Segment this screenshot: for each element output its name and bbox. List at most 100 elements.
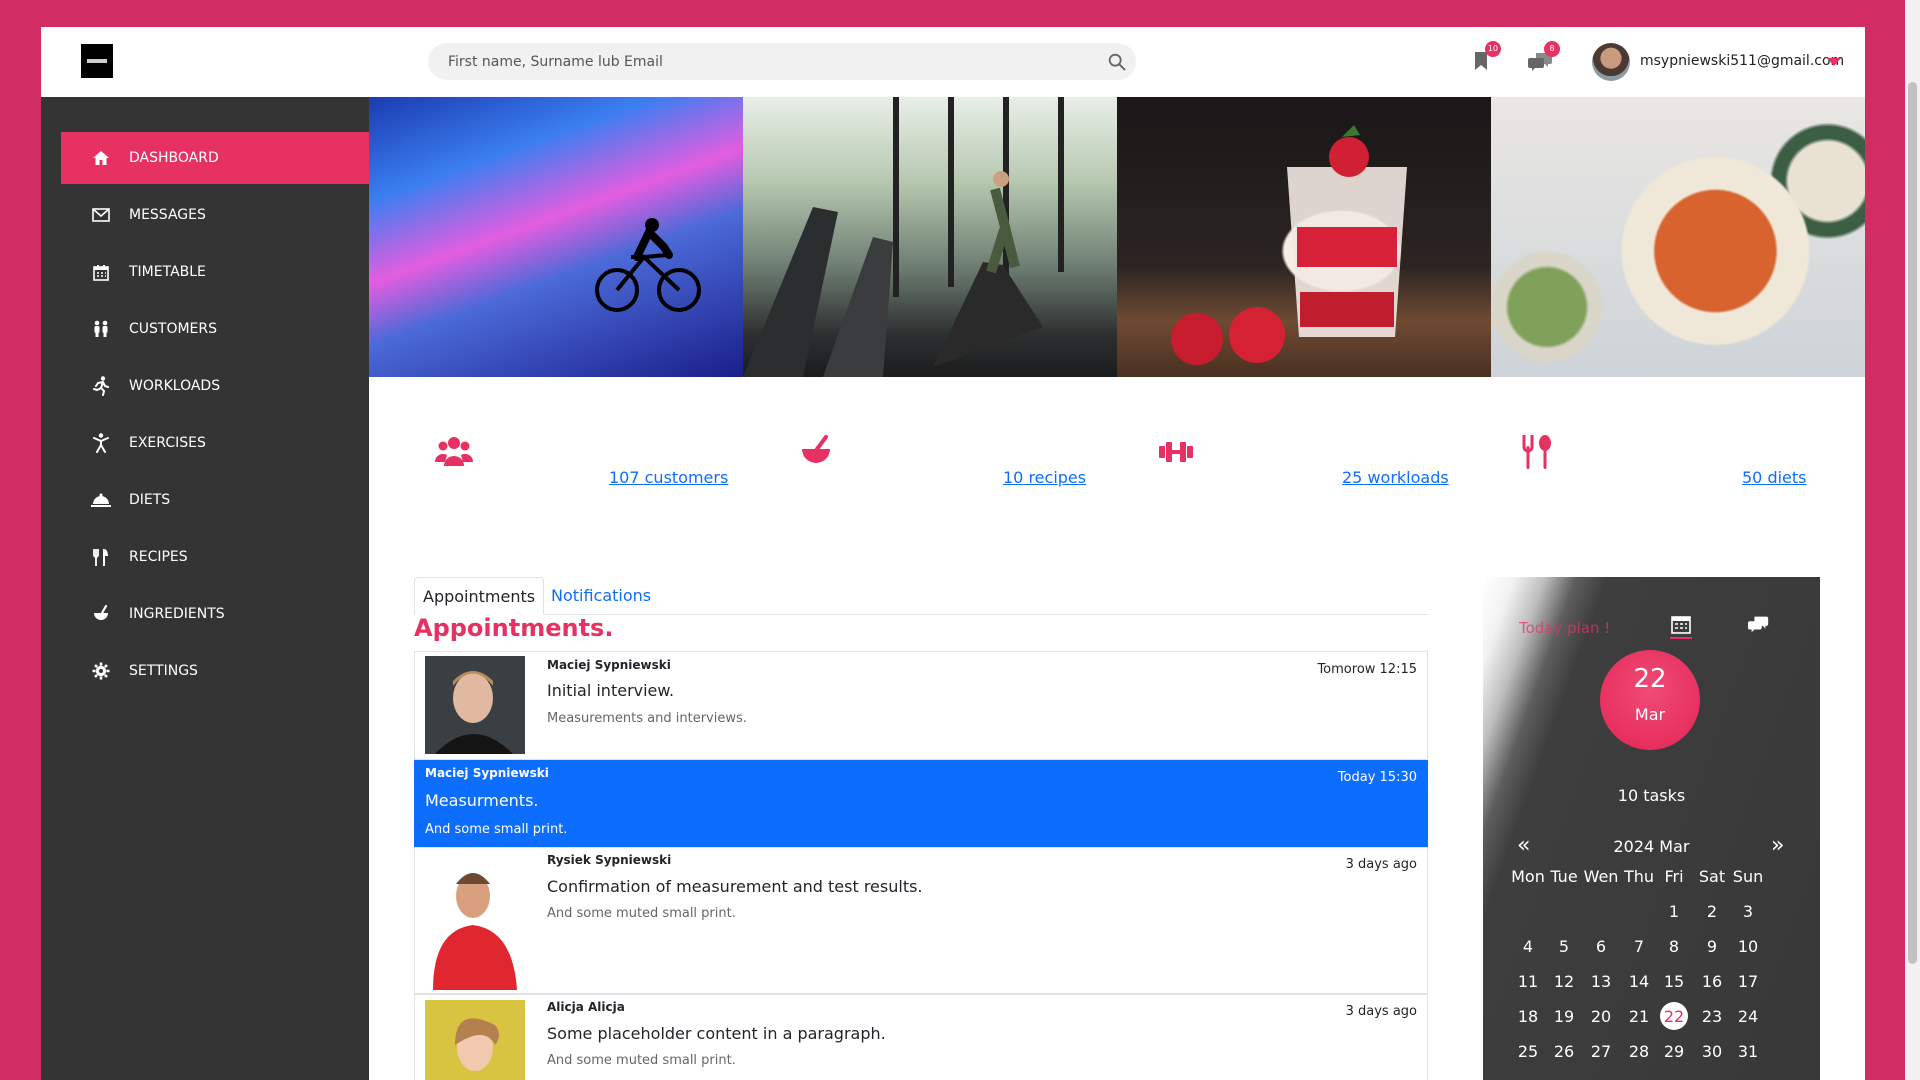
chevron-down-icon[interactable] [1827, 58, 1841, 66]
sidebar-item-messages[interactable]: MESSAGES [61, 189, 369, 241]
sidebar-item-recipes[interactable]: RECIPES [61, 531, 369, 583]
calendar-day[interactable]: 28 [1620, 1042, 1658, 1061]
calendar-day[interactable]: 24 [1729, 1007, 1767, 1026]
sidebar-item-label: CUSTOMERS [129, 321, 218, 337]
calendar-day[interactable]: 4 [1509, 937, 1547, 956]
today-month: Mar [1634, 705, 1666, 724]
running-icon [91, 376, 111, 396]
active-tab-indicator [1670, 637, 1692, 639]
search-bar [428, 43, 1136, 80]
appointment-note: And some small print. [425, 822, 568, 837]
customers-stat-link[interactable]: 107 customers [609, 468, 728, 487]
calendar-day[interactable]: 5 [1545, 937, 1583, 956]
utensils-stat-icon [1522, 435, 1551, 469]
calendar-day[interactable]: 8 [1655, 937, 1693, 956]
calendar-day[interactable]: 27 [1582, 1042, 1620, 1061]
calendar-day[interactable]: 16 [1693, 972, 1731, 991]
user-email[interactable]: msypniewski511@gmail.com [1640, 53, 1844, 69]
sidebar-item-timetable[interactable]: TIMETABLE [61, 246, 369, 298]
appointment-item[interactable]: Rysiek Sypniewski 3 days ago Confirmatio… [414, 847, 1428, 994]
calendar-day-selected[interactable]: 22 [1655, 1007, 1693, 1026]
app-logo[interactable] [81, 44, 113, 78]
weekday-label: Sun [1732, 867, 1764, 886]
appointment-note: Measurements and interviews. [547, 711, 747, 726]
appointment-item[interactable]: Maciej Sypniewski Today 15:30 Measurment… [414, 760, 1428, 847]
tasks-count: 10 tasks [1617, 786, 1686, 805]
treadmill-image [743, 97, 1117, 377]
tab-appointments[interactable]: Appointments [414, 577, 545, 615]
exercise-icon [91, 433, 111, 453]
tab-notifications[interactable]: Notifications [543, 577, 659, 615]
calendar-day[interactable]: 1 [1655, 902, 1693, 921]
sidebar-item-ingredients[interactable]: INGREDIENTS [61, 588, 369, 640]
calendar-day[interactable]: 13 [1582, 972, 1620, 991]
appointment-item[interactable]: Maciej Sypniewski Tomorow 12:15 Initial … [414, 651, 1428, 760]
calendar-day[interactable]: 7 [1620, 937, 1658, 956]
workloads-stat-link[interactable]: 25 workloads [1342, 468, 1449, 487]
calendar-day[interactable]: 9 [1693, 937, 1731, 956]
sidebar-item-workloads[interactable]: WORKLOADS [61, 360, 369, 412]
calendar-day[interactable]: 20 [1582, 1007, 1620, 1026]
appointment-time: Today 15:30 [1337, 770, 1417, 785]
sidebar-item-label: TIMETABLE [129, 264, 206, 280]
page-scrollbar[interactable] [1905, 0, 1920, 1080]
appointment-name: Maciej Sypniewski [547, 658, 671, 672]
sidebar-item-settings[interactable]: SETTINGS [61, 645, 369, 697]
sidebar-item-diets[interactable]: DIETS [61, 474, 369, 526]
sidebar-item-exercises[interactable]: EXERCISES [61, 417, 369, 469]
sidebar-item-label: DIETS [129, 492, 171, 508]
food-bowls-image [1491, 97, 1865, 377]
sidebar-item-label: INGREDIENTS [129, 606, 225, 622]
calendar-day[interactable]: 15 [1655, 972, 1693, 991]
calendar-day[interactable]: 29 [1655, 1042, 1693, 1061]
sidebar-item-dashboard[interactable]: DASHBOARD [61, 132, 369, 184]
recipes-stat-link[interactable]: 10 recipes [1003, 468, 1086, 487]
calendar-day[interactable]: 14 [1620, 972, 1658, 991]
calendar-day[interactable]: 31 [1729, 1042, 1767, 1061]
sidebar-item-customers[interactable]: CUSTOMERS [61, 303, 369, 355]
sidebar-item-label: DASHBOARD [129, 150, 219, 166]
calendar-day[interactable]: 2 [1693, 902, 1731, 921]
calendar-day[interactable]: 23 [1693, 1007, 1731, 1026]
calendar-day[interactable]: 26 [1545, 1042, 1583, 1061]
tab-bar: Appointments Notifications [414, 577, 1428, 615]
today-plan-tab[interactable]: Today plan ! [1519, 619, 1610, 637]
calendar-day[interactable]: 10 [1729, 937, 1767, 956]
chat-tab-icon[interactable] [1748, 613, 1770, 635]
scrollbar-thumb[interactable] [1908, 82, 1917, 964]
next-month-button[interactable]: » [1771, 833, 1784, 858]
appointment-note: And some muted small print. [547, 1053, 736, 1068]
search-input[interactable] [428, 43, 1136, 80]
calendar-day[interactable]: 21 [1620, 1007, 1658, 1026]
avatar [425, 656, 525, 754]
messages-button[interactable]: 8 [1528, 41, 1560, 73]
mortar-icon [91, 604, 111, 624]
search-icon[interactable] [1106, 51, 1128, 73]
calendar-day[interactable]: 12 [1545, 972, 1583, 991]
appointment-name: Alicja Alicja [547, 1000, 625, 1014]
calendar-day[interactable]: 17 [1729, 972, 1767, 991]
user-avatar[interactable] [1592, 43, 1630, 81]
calendar-day[interactable]: 3 [1729, 902, 1767, 921]
calendar-day[interactable]: 6 [1582, 937, 1620, 956]
home-icon [91, 148, 111, 168]
calendar-day[interactable]: 19 [1545, 1007, 1583, 1026]
calendar-icon [91, 262, 111, 282]
calendar-day[interactable]: 11 [1509, 972, 1547, 991]
dessert-image [1117, 97, 1491, 377]
appointment-note: And some muted small print. [547, 906, 736, 921]
dumbbell-icon [1159, 442, 1193, 462]
calendar-tab-icon[interactable] [1670, 613, 1692, 635]
diets-stat-link[interactable]: 50 diets [1742, 468, 1807, 487]
calendar-day[interactable]: 25 [1509, 1042, 1547, 1061]
messages-count-badge: 8 [1544, 41, 1560, 57]
calendar-day[interactable]: 30 [1693, 1042, 1731, 1061]
envelope-icon [91, 205, 111, 225]
calendar-day[interactable]: 18 [1509, 1007, 1547, 1026]
hero-banner [369, 97, 1865, 377]
appointment-item[interactable]: Alicja Alicja 3 days ago Some placeholde… [414, 994, 1428, 1080]
appointment-heading: Confirmation of measurement and test res… [547, 877, 923, 896]
avatar [425, 856, 525, 990]
customers-icon [434, 437, 474, 466]
bookmark-button[interactable]: 10 [1469, 41, 1501, 73]
